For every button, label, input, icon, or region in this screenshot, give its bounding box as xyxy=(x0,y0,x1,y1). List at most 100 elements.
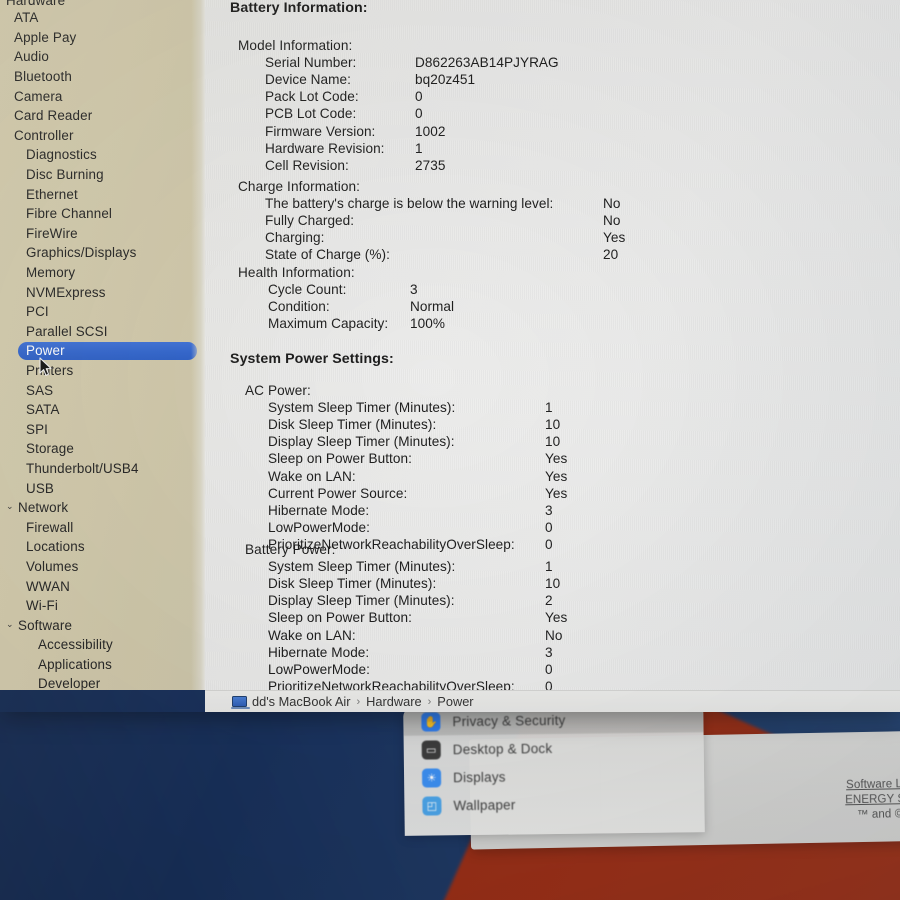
sidebar-item-software[interactable]: ⌄ Software xyxy=(0,615,205,635)
info-value: 0 xyxy=(545,536,553,552)
info-value: 0 xyxy=(545,661,553,677)
sidebar-item-volumes[interactable]: Volumes xyxy=(0,557,205,577)
sidebar-item-graphics-displays[interactable]: Graphics/Displays xyxy=(0,243,205,263)
sidebar-item-label: Ethernet xyxy=(26,186,78,202)
sidebar-item-label: Fibre Channel xyxy=(26,206,113,222)
settings-item-label: Wallpaper xyxy=(453,796,516,813)
sidebar-item-label: Accessibility xyxy=(38,637,113,653)
sidebar-item-accessibility[interactable]: Accessibility xyxy=(0,635,205,655)
sidebar-item-label: ATA xyxy=(14,10,39,26)
info-row: Charging: Yes xyxy=(265,230,625,246)
sidebar-item-memory[interactable]: Memory xyxy=(0,263,205,283)
info-row: Wake on LAN: No xyxy=(268,628,562,643)
sidebar-item-label: Wi-Fi xyxy=(26,598,58,614)
sidebar-item-card-reader[interactable]: Card Reader xyxy=(0,106,205,126)
info-key: Sleep on Power Button: xyxy=(268,451,412,467)
info-key: Hibernate Mode: xyxy=(268,502,370,518)
sidebar-item-network[interactable]: ⌄ Network xyxy=(0,498,205,518)
info-value: 1 xyxy=(545,559,553,575)
sidebar-item-nvmexpress[interactable]: NVMExpress xyxy=(0,282,205,302)
settings-item-label: Privacy & Security xyxy=(452,712,566,729)
sidebar-item-wi-fi[interactable]: Wi-Fi xyxy=(0,596,205,616)
sidebar-item-label: Storage xyxy=(26,441,74,457)
sidebar-item-apple-pay[interactable]: Apple Pay xyxy=(0,28,205,48)
copyright-text: ™ and © 1983- xyxy=(856,808,900,822)
sidebar-item-audio[interactable]: Audio xyxy=(0,47,205,67)
info-key: Fully Charged: xyxy=(265,213,355,229)
info-row: Firmware Version: 1002 xyxy=(265,124,445,139)
info-key: Wake on LAN: xyxy=(268,468,356,484)
sidebar-item-hardware[interactable]: Hardware xyxy=(0,0,205,8)
info-row: Hardware Revision: 1 xyxy=(265,141,423,156)
info-key: Charging: xyxy=(265,230,325,246)
info-key: Sleep on Power Button: xyxy=(268,610,412,626)
software-license-link[interactable]: Software License xyxy=(845,777,900,794)
sidebar-item-wwan[interactable]: WWAN xyxy=(0,576,205,596)
settings-item-displays[interactable]: ☀ Displays xyxy=(404,760,704,792)
info-row: Sleep on Power Button: Yes xyxy=(268,451,567,467)
sidebar-item-disc-burning[interactable]: Disc Burning xyxy=(0,165,205,185)
info-key: Current Power Source: xyxy=(268,485,408,501)
info-value: No xyxy=(545,627,563,643)
info-row: Current Power Source: Yes xyxy=(268,485,567,501)
info-value: 0 xyxy=(415,106,423,122)
info-row: Fully Charged: No xyxy=(265,213,620,229)
desktop-dock-icon: ▭ xyxy=(421,739,441,760)
sidebar[interactable]: Hardware ATA Apple Pay Audio Bluetooth Camera… xyxy=(0,0,205,690)
info-value: 0 xyxy=(415,89,423,105)
breadcrumb-device[interactable]: dd's MacBook Air xyxy=(252,694,350,709)
info-value: 10 xyxy=(545,417,561,433)
sidebar-item-thunderbolt-usb4[interactable]: Thunderbolt/USB4 xyxy=(0,459,205,479)
info-value: 1 xyxy=(415,140,423,156)
settings-item-desktop-dock[interactable]: ▭ Desktop & Dock xyxy=(404,732,704,764)
sidebar-item-camera[interactable]: Camera xyxy=(0,86,205,106)
sidebar-item-applications[interactable]: Applications xyxy=(0,655,205,675)
sidebar-item-fibre-channel[interactable]: Fibre Channel xyxy=(0,204,205,224)
system-power-settings-heading: System Power Settings: xyxy=(230,351,394,367)
sidebar-item-label: FireWire xyxy=(26,225,78,241)
info-row: Device Name: bq20z451 xyxy=(265,72,475,88)
energy-star-link[interactable]: ENERGY STAR® xyxy=(845,792,900,809)
sidebar-item-parallel-scsi[interactable]: Parallel SCSI xyxy=(0,322,205,342)
displays-icon: ☀ xyxy=(421,767,442,788)
sidebar-item-label: SATA xyxy=(26,402,60,418)
info-row: Sleep on Power Button: Yes xyxy=(268,610,567,626)
chevron-down-icon[interactable]: ⌄ xyxy=(6,501,17,512)
system-information-window[interactable]: Hardware ATA Apple Pay Audio Bluetooth Camera… xyxy=(0,0,900,712)
sidebar-item-power[interactable]: Power xyxy=(0,341,205,361)
info-value: D862263AB14PJYRAG xyxy=(415,55,559,71)
sidebar-item-label: Firewall xyxy=(26,519,74,535)
sidebar-item-label: Disc Burning xyxy=(26,167,104,183)
sidebar-item-sas[interactable]: SAS xyxy=(0,380,205,400)
sidebar-item-pci[interactable]: PCI xyxy=(0,302,205,322)
sidebar-item-firewall[interactable]: Firewall xyxy=(0,517,205,537)
sidebar-item-firewire[interactable]: FireWire xyxy=(0,224,205,244)
info-row: Display Sleep Timer (Minutes): 10 xyxy=(268,434,560,449)
sidebar-item-label: Parallel SCSI xyxy=(26,323,108,339)
sidebar-item-sata[interactable]: SATA xyxy=(0,400,205,420)
breadcrumb-separator: › xyxy=(427,695,432,708)
sidebar-item-developer[interactable]: Developer xyxy=(0,674,205,690)
sidebar-item-label: Memory xyxy=(26,265,76,281)
sidebar-item-printers[interactable]: Printers xyxy=(0,361,205,381)
sidebar-item-ata[interactable]: ATA xyxy=(0,8,205,28)
sidebar-item-diagnostics[interactable]: Diagnostics xyxy=(0,145,205,165)
info-key: Device Name: xyxy=(265,72,351,88)
sidebar-item-usb[interactable]: USB xyxy=(0,478,205,498)
breadcrumb-category[interactable]: Hardware xyxy=(366,694,421,709)
system-settings-window[interactable]: ✋ Privacy & Security ▭ Desktop & Dock ☀ … xyxy=(403,704,705,836)
sidebar-item-label: Volumes xyxy=(26,558,79,574)
info-value: Yes xyxy=(545,610,568,626)
sidebar-item-bluetooth[interactable]: Bluetooth xyxy=(0,67,205,87)
breadcrumb-item[interactable]: Power xyxy=(437,694,473,709)
info-value: Yes xyxy=(545,468,568,484)
sidebar-item-locations[interactable]: Locations xyxy=(0,537,205,557)
settings-item-wallpaper[interactable]: ◰ Wallpaper xyxy=(404,788,704,820)
sidebar-item-spi[interactable]: SPI xyxy=(0,419,205,439)
sidebar-item-ethernet[interactable]: Ethernet xyxy=(0,184,205,204)
sidebar-item-label: SPI xyxy=(26,421,49,437)
sidebar-item-storage[interactable]: Storage xyxy=(0,439,205,459)
battery-power-heading: Battery Power: xyxy=(245,542,336,557)
chevron-down-icon[interactable]: ⌄ xyxy=(6,619,17,630)
sidebar-item-controller[interactable]: Controller xyxy=(0,126,205,146)
